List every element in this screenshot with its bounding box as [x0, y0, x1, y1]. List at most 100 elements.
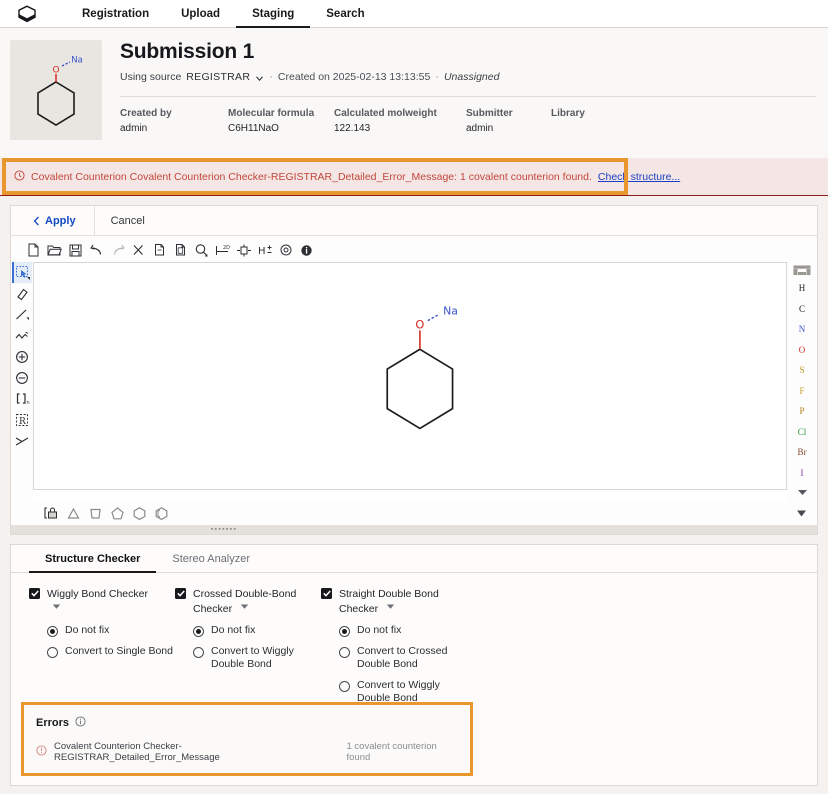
created-on-text: Created on 2025-02-13 13:13:55 [278, 71, 430, 83]
field-label: Library [551, 108, 585, 119]
element-button-Cl[interactable]: Cl [789, 422, 815, 443]
element-button-F[interactable]: F [789, 381, 815, 402]
info-circle-icon[interactable] [75, 714, 86, 732]
checkbox-straight-double-bond-checker[interactable] [321, 588, 332, 599]
attachment-point-tool[interactable] [12, 430, 32, 451]
sketcher-left-toolbar: n R [11, 260, 33, 501]
element-button-P[interactable]: P [789, 401, 815, 422]
checker-tabs: Structure Checker Stereo Analyzer [11, 545, 817, 573]
radio-label: Convert to Wiggly Double Bond [211, 645, 321, 672]
checker-column-crossed-double-bond: Crossed Double-Bond Checker Do not fix C… [175, 587, 321, 706]
nav-item-staging[interactable]: Staging [236, 0, 310, 28]
copy-icon[interactable] [149, 241, 170, 259]
tab-structure-checker[interactable]: Structure Checker [29, 545, 156, 573]
chevron-down-icon[interactable] [240, 600, 249, 615]
radio-button [193, 626, 204, 637]
field-created-by: Created by admin [120, 108, 228, 134]
r-group-tool[interactable]: R [12, 409, 32, 430]
redo-icon[interactable] [107, 241, 128, 259]
selection-tool[interactable] [12, 262, 32, 283]
errors-title-row: Errors [36, 714, 460, 732]
periodic-table-icon[interactable] [789, 262, 815, 278]
radio-button [339, 681, 350, 692]
chevron-down-icon[interactable] [386, 600, 395, 615]
eraser-tool[interactable] [12, 283, 32, 304]
paste-icon[interactable] [170, 241, 191, 259]
nav-item-registration[interactable]: Registration [66, 0, 165, 28]
apply-button-label: Apply [45, 215, 76, 227]
editor-resize-grip[interactable]: ▪▪▪▪▪▪▪ [11, 525, 817, 534]
radio-button [47, 647, 58, 658]
source-value[interactable]: REGISTRAR [186, 71, 250, 83]
svg-text:Na: Na [71, 56, 83, 66]
element-button-H[interactable]: H [789, 278, 815, 299]
new-file-icon[interactable] [23, 241, 44, 259]
nav-item-upload[interactable]: Upload [165, 0, 236, 28]
cancel-button[interactable]: Cancel [95, 206, 161, 236]
error-detail: 1 covalent counterion found [346, 741, 460, 763]
cyclohexane-icon[interactable] [129, 503, 149, 523]
element-button-O[interactable]: O [789, 340, 815, 361]
bond-tool[interactable] [12, 304, 32, 325]
svg-text:O: O [415, 318, 424, 332]
chevron-down-icon[interactable] [789, 483, 815, 501]
settings-gear-icon[interactable] [275, 241, 296, 259]
source-label: Using source [120, 71, 181, 83]
radio-wiggly-convert-single[interactable]: Convert to Single Bond [29, 645, 175, 659]
chevron-down-icon[interactable] [52, 600, 61, 615]
field-calculated-molweight: Calculated molweight 122.143 [334, 108, 466, 134]
editor-action-bar: Apply Cancel [11, 206, 817, 236]
tab-stereo-analyzer[interactable]: Stereo Analyzer [156, 545, 266, 573]
element-button-Br[interactable]: Br [789, 442, 815, 463]
structure-thumbnail[interactable]: O Na [10, 40, 102, 140]
info-icon[interactable] [296, 241, 317, 259]
cyclobutane-icon[interactable] [85, 503, 105, 523]
cyclopentane-icon[interactable] [107, 503, 127, 523]
check-structure-link[interactable]: Check structure... [598, 171, 680, 183]
sketcher-canvas[interactable]: O Na [33, 262, 787, 490]
undo-icon[interactable] [86, 241, 107, 259]
align-icon[interactable] [233, 241, 254, 259]
cut-icon[interactable] [128, 241, 149, 259]
svg-text:n: n [27, 400, 30, 406]
radio-button [339, 647, 350, 658]
cyclopropane-icon[interactable] [63, 503, 83, 523]
nav-item-search[interactable]: Search [310, 0, 380, 28]
metadata-fields: Created by admin Molecular formula C6H11… [120, 108, 818, 134]
radio-label: Convert to Crossed Double Bond [357, 645, 467, 672]
submission-meta: Using source REGISTRAR · Created on 2025… [120, 71, 818, 83]
chain-tool[interactable] [12, 325, 32, 346]
benzene-icon[interactable] [151, 503, 171, 523]
charge-minus-tool[interactable] [12, 367, 32, 388]
apply-button[interactable]: Apply [11, 206, 95, 236]
brackets-tool[interactable]: n [12, 388, 32, 409]
meta-separator-2: · [435, 71, 439, 83]
radio-button [47, 626, 58, 637]
clean-2d-icon[interactable]: 2D [212, 241, 233, 259]
checker-column-wiggly-bond: Wiggly Bond Checker Do not fix Convert t… [29, 587, 175, 706]
charge-plus-tool[interactable] [12, 346, 32, 367]
zoom-icon[interactable] [191, 241, 212, 259]
element-button-C[interactable]: C [789, 299, 815, 320]
radio-wiggly-do-not-fix[interactable]: Do not fix [29, 624, 175, 638]
radio-straight-convert-crossed[interactable]: Convert to Crossed Double Bond [321, 645, 467, 672]
cube-logo-icon[interactable] [14, 3, 40, 25]
assignment-status: Unassigned [444, 71, 499, 83]
lock-template-icon[interactable] [41, 503, 61, 523]
element-button-S[interactable]: S [789, 360, 815, 381]
radio-crossed-convert-wiggly[interactable]: Convert to Wiggly Double Bond [175, 645, 321, 672]
svg-text:2D: 2D [223, 245, 230, 251]
hydrogen-toggle-icon[interactable]: H [254, 241, 275, 259]
checkbox-wiggly-bond-checker[interactable] [29, 588, 40, 599]
collapse-down-icon[interactable] [791, 503, 811, 523]
radio-label: Do not fix [65, 624, 109, 638]
radio-straight-do-not-fix[interactable]: Do not fix [321, 624, 467, 638]
chevron-down-icon[interactable] [255, 74, 264, 83]
element-button-N[interactable]: N [789, 319, 815, 340]
element-button-I[interactable]: I [789, 463, 815, 484]
checkbox-crossed-double-bond-checker[interactable] [175, 588, 186, 599]
save-icon[interactable] [65, 241, 86, 259]
open-folder-icon[interactable] [44, 241, 65, 259]
field-molecular-formula: Molecular formula C6H11NaO [228, 108, 334, 134]
radio-crossed-do-not-fix[interactable]: Do not fix [175, 624, 321, 638]
